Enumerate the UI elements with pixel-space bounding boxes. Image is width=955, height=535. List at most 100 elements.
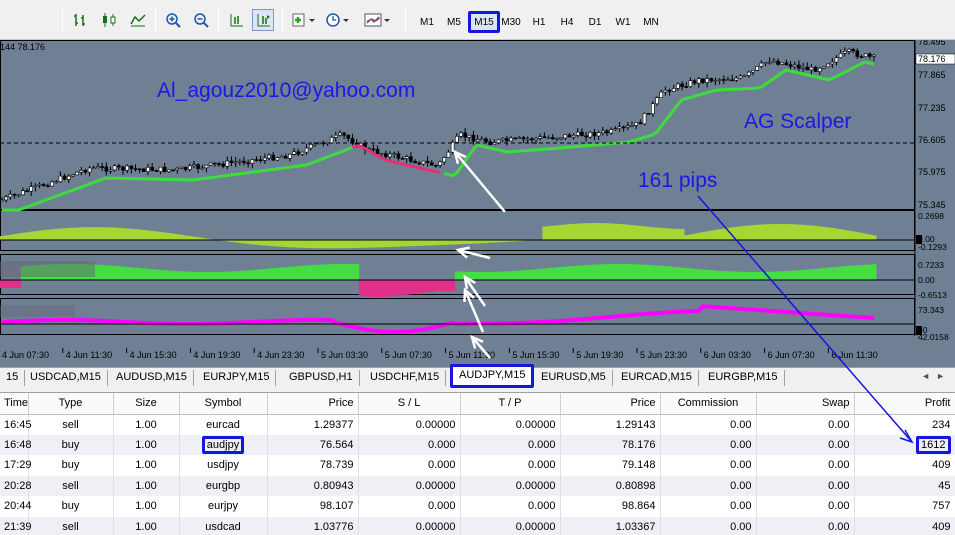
indicators-icon[interactable]: [289, 9, 319, 31]
histogram-bar: [33, 231, 38, 240]
candle-body: [776, 60, 780, 65]
histogram-bar: [609, 264, 614, 280]
table-row[interactable]: 17:29 buy 1.00 usdjpy 78.739 0.000 0.000 79.148…: [0, 455, 955, 476]
candle-body: [217, 163, 221, 166]
histogram-bar: [296, 240, 301, 248]
table-cell: 0.80943: [267, 475, 359, 496]
chart-tab[interactable]: EURJPY,M15: [197, 370, 277, 386]
histogram-bar: [442, 240, 447, 245]
chart-tab[interactable]: EURCAD,M15: [615, 370, 699, 386]
line-chart-icon[interactable]: [127, 9, 149, 31]
histogram-bar: [784, 224, 789, 240]
time-axis-label: 5 Jun 23:30: [640, 350, 687, 360]
table-cell: 20:44: [0, 496, 32, 517]
table-row[interactable]: 20:44 buy 1.00 eurjpy 98.107 0.000 0.000 98.864…: [0, 496, 955, 517]
table-cell: 0.00000: [358, 475, 461, 496]
indicator-axis-label: 42.0158: [918, 332, 949, 342]
histogram-bar: [283, 267, 289, 280]
periods-clock-icon[interactable]: [323, 9, 353, 31]
column-header[interactable]: S / L: [358, 393, 461, 415]
column-header[interactable]: Symbol: [179, 393, 268, 415]
histogram-bar: [191, 271, 197, 280]
timeframe-m15[interactable]: M15: [468, 11, 500, 33]
chart-tab[interactable]: AUDJPY,M15: [450, 364, 535, 388]
candle-body: [655, 97, 659, 105]
column-header[interactable]: T / P: [460, 393, 561, 415]
candle-body: [801, 66, 805, 69]
histogram-bar: [838, 229, 844, 240]
candle-body: [158, 166, 163, 172]
histogram-bar: [354, 264, 360, 280]
candle-body: [204, 164, 209, 169]
chart-tab[interactable]: AUDUSD,M15: [110, 370, 194, 386]
column-header[interactable]: Price: [560, 393, 661, 415]
histogram-bar: [759, 224, 764, 240]
column-header[interactable]: Time: [0, 393, 29, 415]
column-header[interactable]: Size: [113, 393, 180, 415]
column-header[interactable]: Swap: [756, 393, 855, 415]
histogram-bar: [446, 280, 451, 292]
candle-body: [842, 51, 847, 54]
timeframe-h1[interactable]: H1: [526, 11, 552, 33]
histogram-bar: [375, 240, 381, 248]
chart-tab[interactable]: USDCHF,M15: [364, 370, 447, 386]
timeframe-mn[interactable]: MN: [638, 11, 664, 33]
table-row[interactable]: 16:48 buy 1.00 audjpy 76.564 0.000 0.000 78.176…: [0, 434, 955, 455]
chart-tab[interactable]: GBPUSD,H1: [283, 370, 360, 386]
templates-icon[interactable]: [361, 9, 393, 31]
histogram-bar: [630, 264, 635, 280]
histogram-bar: [358, 280, 364, 297]
candle-body: [496, 139, 501, 144]
histogram-bar: [346, 240, 351, 249]
timeframe-d1[interactable]: D1: [582, 11, 608, 33]
chart-tab[interactable]: EURGBP,M15: [702, 370, 785, 386]
timeframe-w1[interactable]: W1: [610, 11, 636, 33]
column-header[interactable]: Profit: [854, 393, 955, 415]
price-chart[interactable]: 78.495 78.176 77.865 77.235 76.605 75.975 75.3…: [0, 40, 955, 367]
histogram-bar: [796, 270, 802, 280]
histogram-bar: [609, 223, 614, 240]
column-header[interactable]: Price: [267, 393, 359, 415]
candle-body: [559, 137, 563, 140]
histogram-bar: [275, 240, 280, 247]
histogram-bar: [45, 229, 51, 240]
histogram-bar: [809, 269, 814, 280]
tab-scroll-arrows-icon[interactable]: ◄►: [921, 371, 951, 381]
zoom-out-icon[interactable]: [190, 9, 212, 31]
zoom-in-icon[interactable]: [162, 9, 184, 31]
table-cell: 0.00: [660, 496, 757, 517]
histogram-bar: [588, 264, 593, 280]
candle-body: [617, 126, 622, 129]
histogram-bar: [308, 265, 314, 280]
candle-body: [742, 75, 747, 77]
table-cell: 98.107: [267, 496, 359, 517]
histogram-bar: [141, 229, 147, 240]
timeframe-m5[interactable]: M5: [441, 11, 467, 33]
column-header[interactable]: Commission: [660, 393, 757, 415]
histogram-bar: [830, 267, 835, 280]
chart-shift-icon[interactable]: [225, 9, 247, 31]
table-cell: 0.00000: [358, 516, 461, 535]
histogram-bar: [634, 264, 639, 280]
candle-body: [642, 113, 647, 125]
bar-chart-icon[interactable]: [70, 9, 92, 31]
table-row[interactable]: 16:45 sell 1.00 eurcad 1.29377 0.00000 0.00000…: [0, 414, 955, 435]
candlestick-icon[interactable]: [98, 9, 120, 31]
timeframe-h4[interactable]: H4: [554, 11, 580, 33]
table-body: 16:45 sell 1.00 eurcad 1.29377 0.00000 0.00000…: [0, 414, 955, 535]
candle-body: [333, 134, 338, 138]
histogram-bar: [4, 280, 9, 288]
candle-body: [872, 54, 876, 57]
auto-scroll-icon[interactable]: [252, 9, 274, 31]
histogram-bar: [805, 269, 810, 280]
timeframe-m30[interactable]: M30: [498, 11, 524, 33]
column-header[interactable]: Type: [28, 393, 114, 415]
timeframe-m1[interactable]: M1: [414, 11, 440, 33]
chart-tab[interactable]: EURUSD,M5: [535, 370, 613, 386]
table-row[interactable]: 20:28 sell 1.00 eurgbp 0.80943 0.00000 0.00000…: [0, 475, 955, 496]
chart-tab[interactable]: 15: [0, 370, 26, 386]
table-row[interactable]: 21:39 sell 1.00 usdcad 1.03776 0.00000 0.00000…: [0, 516, 955, 535]
chart-tab[interactable]: USDCAD,M15: [24, 370, 108, 386]
table-cell: 17:29: [0, 455, 32, 476]
histogram-bar: [725, 227, 731, 240]
